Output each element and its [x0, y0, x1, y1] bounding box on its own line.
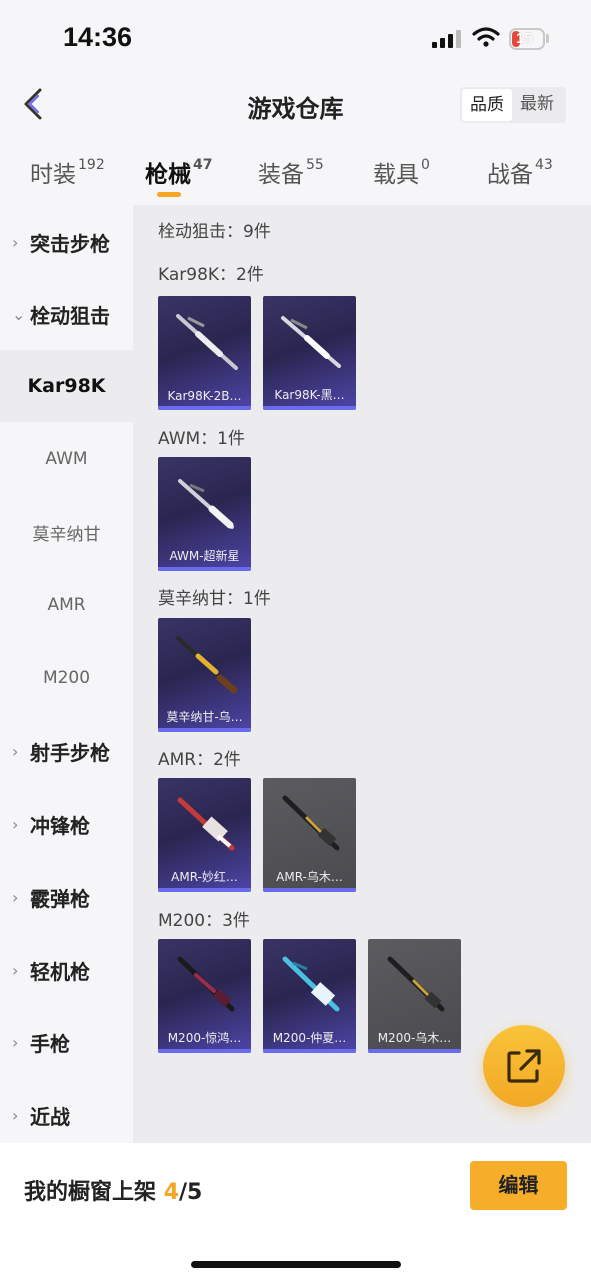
chevron-down-icon: ⌄ [12, 304, 26, 324]
sort-toggle: 品质 最新 [460, 87, 566, 123]
sidebar-item-marksman-rifle[interactable]: › 射手步枪 [0, 715, 133, 787]
category-summary: 栓动狙击：9件 [158, 222, 271, 242]
battery-icon: 15 [509, 28, 545, 50]
sniper-rifle-icon [177, 956, 235, 1012]
item-name: M200-乌木… [377, 1031, 452, 1045]
item-card[interactable]: M200-惊鸿… [158, 939, 251, 1053]
sniper-rifle-icon [178, 479, 234, 529]
rarity-bar [158, 728, 251, 732]
rarity-bar [158, 1049, 251, 1053]
group-header-m200: M200：3件 [158, 911, 250, 931]
tab-firearms[interactable]: 枪械 47 [145, 155, 212, 189]
battery-level: 15 [516, 30, 533, 47]
tab-battle-supplies[interactable]: 战备 43 [487, 155, 553, 189]
rarity-bar [368, 1049, 461, 1053]
tab-count: 47 [193, 157, 213, 174]
sniper-rifle-icon [282, 795, 340, 851]
tab-count: 192 [78, 157, 105, 174]
item-card[interactable]: 莫辛纳甘-乌… [158, 618, 251, 732]
item-card[interactable]: Kar98K-黑… [263, 296, 356, 410]
sidebar-item-awm[interactable]: AWM [0, 423, 133, 495]
sidebar-item-amr[interactable]: AMR [0, 569, 133, 641]
sidebar-item-melee[interactable]: › 近战 [0, 1079, 133, 1151]
item-card[interactable]: AMR-妙红… [158, 778, 251, 892]
tab-count: 43 [535, 157, 553, 174]
sniper-rifle-icon [281, 316, 341, 368]
sidebar-item-assault-rifle[interactable]: › 突击步枪 [0, 206, 133, 278]
cellular-signal-icon [432, 30, 461, 48]
sidebar-item-mosin-nagant[interactable]: 莫辛纳甘 [0, 496, 133, 568]
item-name: Kar98K-黑… [274, 388, 345, 402]
tab-equipment[interactable]: 装备 55 [258, 155, 324, 189]
sniper-rifle-icon [387, 956, 445, 1012]
group-header-kar98k: Kar98K：2件 [158, 265, 264, 285]
battery-tip [546, 34, 549, 43]
chevron-right-icon: › [12, 960, 19, 980]
sidebar-item-m200[interactable]: M200 [0, 642, 133, 714]
sidebar-item-bolt-action-sniper[interactable]: ⌄ 栓动狙击 [0, 278, 133, 350]
inventory-list: 栓动狙击：9件 Kar98K：2件 Kar98K-2B… Kar98K-黑… A… [133, 205, 591, 1143]
sort-quality-button[interactable]: 品质 [462, 89, 512, 121]
sniper-rifle-icon [176, 314, 238, 370]
item-card[interactable]: M200-仲夏… [263, 939, 356, 1053]
sniper-rifle-icon [176, 636, 238, 694]
group-header-mosin-nagant: 莫辛纳甘：1件 [158, 589, 271, 609]
rarity-bar [158, 888, 251, 892]
sidebar-item-kar98k[interactable]: Kar98K [0, 350, 133, 422]
shelf-count: 4 [163, 1180, 179, 1205]
shelf-total: /5 [179, 1180, 203, 1205]
item-name: M200-惊鸿… [167, 1031, 242, 1045]
active-tab-indicator [157, 192, 181, 197]
chevron-right-icon: › [12, 1105, 19, 1125]
tab-vehicles[interactable]: 载具 0 [373, 155, 430, 189]
chevron-right-icon: › [12, 1032, 19, 1052]
sidebar-item-shotgun[interactable]: › 霰弹枪 [0, 861, 133, 933]
item-name: AMR-乌木… [276, 870, 343, 884]
wifi-icon [472, 27, 500, 47]
chevron-right-icon: › [12, 741, 19, 761]
item-name: AWM-超新星 [169, 549, 240, 563]
chevron-right-icon: › [12, 814, 19, 834]
status-time: 14:36 [63, 22, 133, 52]
item-card[interactable]: Kar98K-2B… [158, 296, 251, 410]
share-button[interactable] [483, 1025, 565, 1107]
rarity-bar [263, 406, 356, 410]
status-bar: 14:36 15 [0, 0, 591, 80]
rarity-bar [263, 888, 356, 892]
item-card[interactable]: AWM-超新星 [158, 457, 251, 571]
home-indicator[interactable] [191, 1261, 401, 1268]
rarity-bar [263, 1049, 356, 1053]
sidebar-item-pistol[interactable]: › 手枪 [0, 1006, 133, 1078]
item-name: Kar98K-2B… [167, 389, 242, 403]
item-name: AMR-妙红… [171, 870, 238, 884]
sidebar-item-smg[interactable]: › 冲锋枪 [0, 788, 133, 860]
rarity-bar [158, 567, 251, 571]
rarity-bar [158, 406, 251, 410]
sidebar-item-lmg[interactable]: › 轻机枪 [0, 934, 133, 1006]
sort-latest-button[interactable]: 最新 [520, 93, 554, 115]
external-link-icon [507, 1049, 541, 1083]
showcase-footer: 我的橱窗上架 4/5 编辑 [0, 1143, 591, 1280]
sniper-rifle-icon [177, 797, 235, 851]
group-header-awm: AWM：1件 [158, 429, 245, 449]
item-name: M200-仲夏… [272, 1031, 347, 1045]
item-card[interactable]: AMR-乌木… [263, 778, 356, 892]
sniper-rifle-icon [282, 956, 340, 1012]
showcase-shelf-status: 我的橱窗上架 4/5 [24, 1180, 203, 1205]
tab-count: 0 [421, 157, 430, 174]
edit-button[interactable]: 编辑 [470, 1161, 567, 1210]
category-sidebar: › 突击步枪 ⌄ 栓动狙击 Kar98K AWM 莫辛纳甘 AMR M200 › 射手… [0, 205, 133, 1143]
tab-count: 55 [306, 157, 324, 174]
item-name: 莫辛纳甘-乌… [166, 710, 243, 724]
chevron-right-icon: › [12, 887, 19, 907]
tab-fashion[interactable]: 时装 192 [30, 155, 105, 189]
item-card[interactable]: M200-乌木… [368, 939, 461, 1053]
group-header-amr: AMR：2件 [158, 750, 241, 770]
chevron-right-icon: › [12, 232, 19, 252]
